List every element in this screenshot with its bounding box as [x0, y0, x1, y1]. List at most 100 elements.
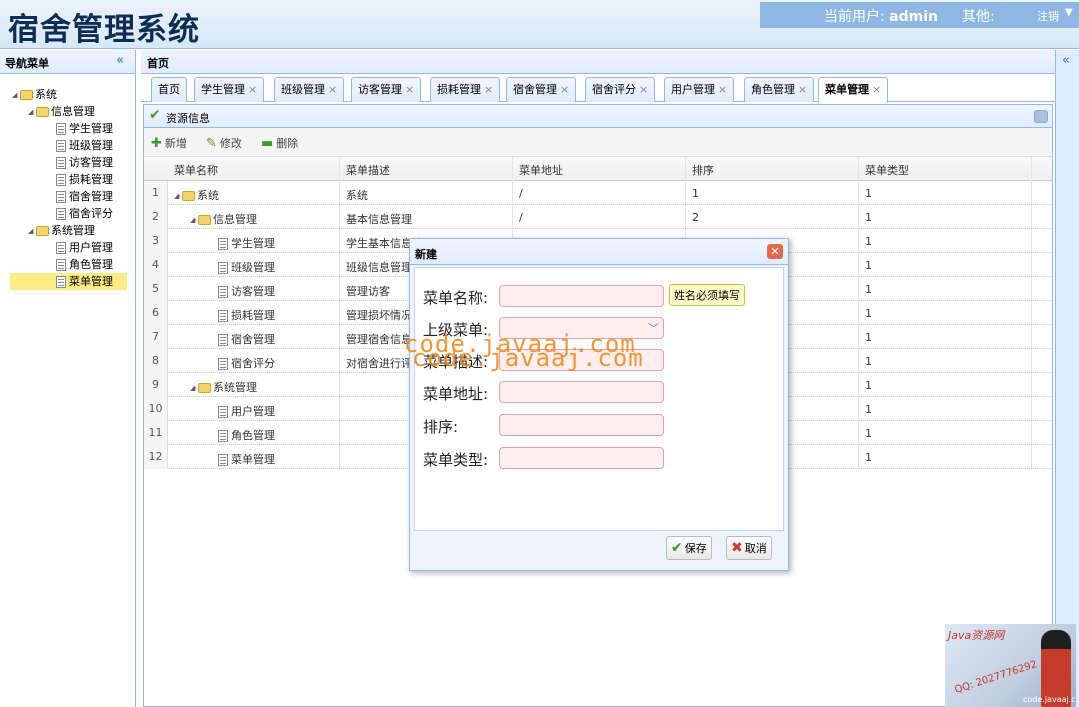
- sidebar-item[interactable]: ◢ 系统: [12, 86, 57, 103]
- file-icon: [218, 454, 228, 466]
- sidebar-item[interactable]: 角色管理: [56, 256, 113, 273]
- tab-close-icon[interactable]: ×: [484, 83, 493, 96]
- sidebar-item[interactable]: 用户管理: [56, 239, 113, 256]
- tab-close-icon[interactable]: ×: [872, 83, 881, 96]
- cancel-icon: ✖: [731, 540, 743, 556]
- cancel-button[interactable]: ✖ 取消: [726, 536, 772, 560]
- sidebar-item[interactable]: 宿舍管理: [56, 188, 113, 205]
- folder-icon: [20, 90, 33, 100]
- sidebar-item[interactable]: ◢ 信息管理: [28, 103, 95, 120]
- file-icon: [56, 123, 66, 135]
- delete-button[interactable]: ▬ 删除: [261, 135, 298, 151]
- cell-name: 宿舍管理: [218, 331, 275, 347]
- expand-triangle-icon[interactable]: ◢: [190, 216, 198, 224]
- file-icon: [218, 262, 228, 274]
- table-row[interactable]: 2 ◢ 信息管理 基本信息管理 / 2 1: [144, 205, 1052, 229]
- cell-mtype: 1: [865, 235, 872, 248]
- tab-close-icon[interactable]: ×: [798, 83, 807, 96]
- logout-caret-icon[interactable]: ▼: [1065, 7, 1073, 18]
- sidebar-item-label: 访客管理: [69, 156, 113, 169]
- row-number: 3: [144, 229, 168, 253]
- tab[interactable]: 班级管理 ×: [274, 77, 345, 102]
- sidebar-item-label: 系统管理: [51, 224, 95, 237]
- tab-close-icon[interactable]: ×: [248, 83, 257, 96]
- sort-label: 排序:: [423, 418, 459, 436]
- cell-mtype: 1: [865, 283, 872, 296]
- dialog-titlebar: 新建 ✕: [410, 239, 788, 265]
- row-number: 12: [144, 445, 168, 469]
- sidebar-item[interactable]: 损耗管理: [56, 171, 113, 188]
- sidebar-item[interactable]: 学生管理: [56, 120, 113, 137]
- tab-close-icon[interactable]: ×: [718, 83, 727, 96]
- row-number: 8: [144, 349, 168, 373]
- expand-triangle-icon[interactable]: ◢: [174, 192, 182, 200]
- tab-label: 班级管理: [281, 83, 325, 96]
- panel-collapse-icon[interactable]: [1034, 110, 1048, 123]
- edit-button[interactable]: ✎ 修改: [206, 135, 242, 151]
- tab[interactable]: 访客管理 ×: [351, 77, 422, 102]
- expand-triangle-icon[interactable]: ◢: [190, 384, 198, 392]
- cell-name: 学生管理: [218, 235, 275, 251]
- main-title: 首页: [147, 57, 169, 70]
- column-header[interactable]: 菜单名称: [174, 162, 218, 178]
- cell-name-text: 损耗管理: [231, 309, 275, 322]
- tab[interactable]: 角色管理 ×: [744, 77, 815, 102]
- cell-name: 班级管理: [218, 259, 275, 275]
- toolbar: ✚ 新增 ✎ 修改 ▬ 删除: [143, 128, 1053, 156]
- folder-icon: [36, 107, 49, 117]
- cell-name-text: 系统管理: [213, 381, 257, 394]
- cell-mtype: 1: [865, 451, 872, 464]
- sidebar-item[interactable]: 菜单管理: [10, 273, 127, 290]
- file-icon: [218, 430, 228, 442]
- cell-desc: 系统: [346, 189, 368, 202]
- sidebar-item[interactable]: ◢ 系统管理: [28, 222, 95, 239]
- menu-name-input[interactable]: [499, 285, 664, 307]
- cell-mtype: 1: [865, 211, 872, 224]
- cell-name-text: 角色管理: [231, 429, 275, 442]
- tab[interactable]: 宿舍评分 ×: [585, 77, 656, 102]
- expand-panel-icon[interactable]: «: [1062, 53, 1070, 68]
- column-header[interactable]: 菜单地址: [519, 162, 563, 178]
- save-label: 保存: [684, 542, 707, 555]
- row-number: 7: [144, 325, 168, 349]
- folder-icon: [198, 383, 211, 393]
- column-header[interactable]: 排序: [692, 162, 714, 178]
- cell-name-text: 宿舍评分: [231, 357, 275, 370]
- sidebar-collapse-icon[interactable]: «: [116, 53, 124, 68]
- file-icon: [56, 208, 66, 220]
- sidebar-item-label: 系统: [35, 88, 57, 101]
- tab-close-icon[interactable]: ×: [405, 83, 414, 96]
- tab-close-icon[interactable]: ×: [639, 83, 648, 96]
- tab-close-icon[interactable]: ×: [560, 83, 569, 96]
- expand-triangle-icon[interactable]: ◢: [28, 223, 36, 240]
- tab[interactable]: 学生管理 ×: [194, 77, 265, 102]
- menu-type-input[interactable]: [499, 447, 664, 469]
- close-icon[interactable]: ✕: [767, 244, 783, 259]
- cell-name-text: 宿舍管理: [231, 333, 275, 346]
- tab[interactable]: 用户管理 ×: [664, 77, 735, 102]
- table-row[interactable]: 1 ◢ 系统 系统 / 1 1: [144, 181, 1052, 205]
- cell-name: 用户管理: [218, 403, 275, 419]
- save-button[interactable]: ✔ 保存: [666, 536, 712, 560]
- sidebar-item[interactable]: 班级管理: [56, 137, 113, 154]
- tab[interactable]: 宿舍管理 ×: [506, 77, 577, 102]
- cell-name: 菜单管理: [218, 451, 275, 467]
- column-header[interactable]: 菜单描述: [346, 162, 390, 178]
- sidebar-item[interactable]: 宿舍评分: [56, 205, 113, 222]
- cell-name-text: 菜单管理: [231, 453, 275, 466]
- file-icon: [56, 157, 66, 169]
- menu-url-input[interactable]: [499, 381, 664, 403]
- expand-triangle-icon[interactable]: ◢: [12, 87, 20, 104]
- tab[interactable]: 菜单管理 ×: [818, 77, 889, 103]
- tab[interactable]: 首页: [151, 77, 187, 102]
- add-button[interactable]: ✚ 新增: [151, 135, 187, 151]
- tab[interactable]: 损耗管理 ×: [430, 77, 501, 102]
- tab-close-icon[interactable]: ×: [328, 83, 337, 96]
- column-header[interactable]: 菜单类型: [865, 162, 909, 178]
- sort-input[interactable]: [499, 414, 664, 436]
- logout-button[interactable]: 注销: [1037, 8, 1059, 24]
- expand-triangle-icon[interactable]: ◢: [28, 104, 36, 121]
- app-header: 宿舍管理系统 当前用户: admin 其他: 注销 ▼: [0, 0, 1079, 49]
- sidebar-item[interactable]: 访客管理: [56, 154, 113, 171]
- file-icon: [218, 238, 228, 250]
